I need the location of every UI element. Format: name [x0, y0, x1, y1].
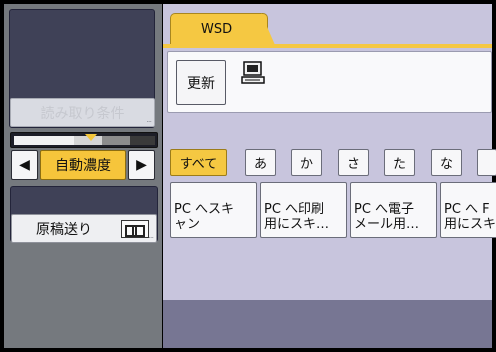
original-feed-button[interactable]: 原稿送り ... — [11, 214, 157, 243]
screen-frame: 読み取り条件 ... ◀ 自動濃度 ▶ 原稿送り ... WSD 更新 すべて … — [0, 0, 496, 352]
original-feed-icon — [121, 220, 149, 238]
left-panel: 読み取り条件 ... ◀ 自動濃度 ▶ 原稿送り ... — [4, 4, 162, 348]
destination-panel: 更新 — [167, 51, 492, 113]
density-decrease-button[interactable]: ◀ — [11, 150, 38, 180]
filter-all-button[interactable]: すべて — [170, 149, 227, 176]
tab-wsd-label: WSD — [201, 22, 233, 37]
original-feed-label: 原稿送り — [36, 221, 92, 238]
scan-settings-label: 読み取り条件 — [40, 105, 125, 122]
filter-next-button[interactable] — [477, 149, 496, 176]
auto-density-button[interactable]: 自動濃度 — [40, 150, 126, 180]
destination-label: PC へ電子 メール用… — [354, 202, 420, 232]
filter-a-label: あ — [253, 157, 267, 172]
filter-ka-button[interactable]: か — [291, 149, 322, 176]
filter-na-button[interactable]: な — [431, 149, 462, 176]
filter-sa-label: さ — [346, 157, 360, 172]
tab-corner — [261, 13, 275, 45]
filter-sa-button[interactable]: さ — [338, 149, 369, 176]
filter-na-label: な — [439, 157, 453, 172]
density-pointer-icon — [85, 134, 97, 141]
filter-ka-label: か — [299, 157, 313, 172]
main-panel: WSD 更新 すべて あ か さ た な PC へスキ ャン PC へ印刷 用に… — [163, 4, 496, 348]
refresh-button[interactable]: 更新 — [176, 60, 226, 105]
more-dots-icon: ... — [148, 231, 154, 240]
left-arrow-icon: ◀ — [19, 157, 30, 173]
scan-settings-button[interactable]: 読み取り条件 ... — [10, 98, 155, 127]
filter-ta-button[interactable]: た — [384, 149, 415, 176]
filter-a-button[interactable]: あ — [245, 149, 276, 176]
density-slider[interactable] — [10, 132, 158, 148]
filter-ta-label: た — [392, 157, 406, 172]
destination-button[interactable]: PC へ印刷 用にスキ… — [260, 182, 347, 238]
refresh-label: 更新 — [187, 75, 215, 92]
destination-label: PC へ印刷 用にスキ… — [264, 202, 330, 232]
auto-density-label: 自動濃度 — [55, 158, 111, 174]
computer-icon — [241, 61, 265, 84]
density-increase-button[interactable]: ▶ — [128, 150, 155, 180]
destination-label: PC へスキ ャン — [174, 202, 235, 232]
destination-button[interactable]: PC へ電子 メール用… — [350, 182, 437, 238]
destination-label: PC へ F 用にスキ — [444, 202, 496, 232]
filter-all-label: すべて — [179, 157, 218, 172]
more-dots-icon: ... — [146, 115, 152, 124]
tab-underline — [163, 44, 492, 48]
tab-wsd[interactable]: WSD — [170, 13, 268, 45]
density-scale-light — [14, 136, 74, 145]
bottom-bar — [163, 300, 492, 348]
density-scale-dark — [102, 136, 130, 145]
right-arrow-icon: ▶ — [136, 157, 147, 173]
density-scale-darkest — [130, 136, 155, 145]
destination-button[interactable]: PC へ F 用にスキ — [440, 182, 496, 238]
destination-button[interactable]: PC へスキ ャン — [170, 182, 257, 238]
